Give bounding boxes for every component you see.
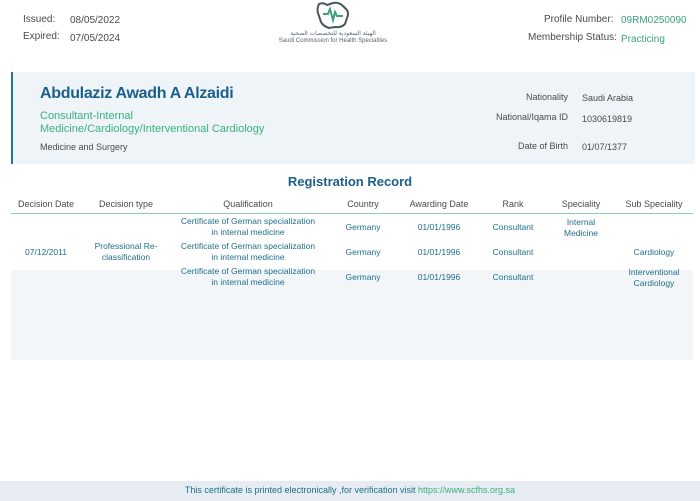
verification-link[interactable]: https://www.scfhs.org.sa (418, 485, 515, 495)
expired-label: Expired: (23, 31, 60, 42)
col-awarding-date: Awarding Date (409, 199, 469, 209)
scfhs-emblem-icon (316, 1, 349, 30)
col-decision-type: Decision type (98, 199, 154, 209)
row3-country: Germany (345, 272, 381, 282)
dob-value: 01/07/1377 (582, 142, 628, 152)
table-lower-shade (11, 270, 693, 360)
row3-rank: Consultant (492, 272, 534, 282)
professional-title-line2: Medicine/Cardiology/Interventional Cardi… (40, 123, 265, 135)
national-id-label: National/Iqama ID (495, 112, 568, 122)
scfhs-logo: الهيئة السعودية للتخصصات الصحية Saudi Co… (274, 0, 392, 52)
profession-category: Medicine and Surgery (40, 142, 128, 152)
decision-date-cell: 07/12/2011 (25, 247, 67, 257)
row1-awarding-date: 01/01/1996 (417, 222, 461, 232)
registration-record-title: Registration Record (287, 174, 413, 189)
practitioner-name: Abdulaziz Awadh A Alzaidi (40, 85, 234, 102)
row1-speciality-l2: Medicine (563, 228, 599, 238)
col-speciality: Speciality (561, 199, 601, 209)
row2-qualification-l2: in internal medicine (211, 252, 285, 262)
row3-qualification-l1: Certificate of German specialization (180, 266, 316, 276)
row2-rank: Consultant (492, 247, 534, 257)
decision-type-line1: Professional Re- (94, 241, 158, 251)
col-qualification: Qualification (223, 199, 273, 209)
issued-date: 08/05/2022 (70, 15, 121, 26)
logo-english-text: Saudi Commission for Health Specialties (278, 38, 388, 44)
row2-country: Germany (345, 247, 381, 257)
row1-rank: Consultant (492, 222, 534, 232)
col-rank: Rank (502, 199, 524, 209)
col-country: Country (347, 199, 379, 209)
row3-sub-speciality-l2: Cardiology (633, 278, 675, 288)
logo-arabic-text: الهيئة السعودية للتخصصات الصحية (290, 31, 376, 37)
verification-footer: This certificate is printed electronical… (0, 481, 700, 501)
row1-qualification-l1: Certificate of German specialization (180, 216, 316, 226)
col-sub-speciality: Sub Speciality (625, 199, 683, 209)
row2-qualification-l1: Certificate of German specialization (180, 241, 316, 251)
nationality-label: Nationality (525, 92, 568, 102)
row1-qualification-l2: in internal medicine (211, 227, 285, 237)
row2-sub-speciality: Cardiology (633, 247, 675, 257)
profile-number-value: 09RM0250090 (621, 15, 687, 26)
row1-speciality-l1: Internal (566, 217, 596, 227)
national-id-value: 1030619819 (582, 114, 633, 124)
decision-type-line2: classification (101, 252, 151, 262)
membership-status-value: Practicing (621, 34, 665, 45)
row1-country: Germany (345, 222, 381, 232)
nationality-value: Saudi Arabia (582, 93, 634, 103)
col-decision-date: Decision Date (17, 199, 75, 209)
row2-awarding-date: 01/01/1996 (417, 247, 461, 257)
row3-awarding-date: 01/01/1996 (417, 272, 461, 282)
footer-text: This certificate is printed electronical… (184, 485, 416, 495)
profile-number-label: Profile Number: (544, 14, 614, 25)
professional-title-line1: Consultant-Internal (40, 110, 133, 122)
expired-date: 07/05/2024 (70, 33, 121, 44)
row3-sub-speciality-l1: Interventional (628, 267, 680, 277)
issued-label: Issued: (23, 14, 56, 25)
membership-status-label: Membership Status: (528, 32, 617, 43)
row3-qualification-l2: in internal medicine (211, 277, 285, 287)
dob-label: Date of Birth (517, 141, 568, 151)
table-header: Decision Date Decision type Qualificatio… (11, 195, 693, 214)
